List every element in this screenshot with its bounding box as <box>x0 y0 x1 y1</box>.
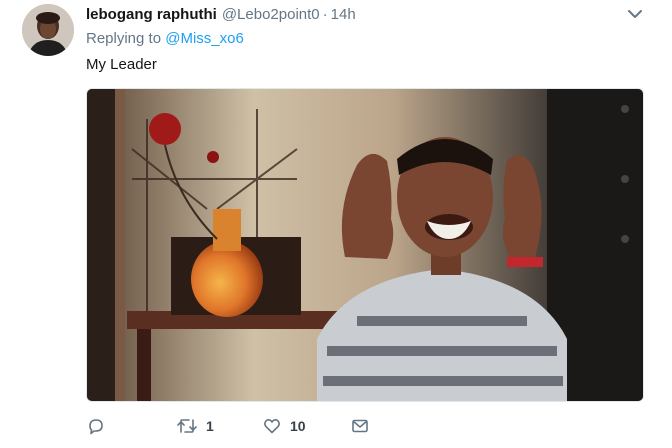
like-count: 10 <box>290 418 306 434</box>
retweet-count: 1 <box>206 418 214 434</box>
tweet-header: lebogang raphuthi @Lebo2point0 · 14h <box>86 4 356 24</box>
tweet-media[interactable] <box>86 88 644 402</box>
retweet-icon <box>177 419 197 433</box>
retweet-button[interactable]: 1 <box>176 414 214 438</box>
tweet: lebogang raphuthi @Lebo2point0 · 14h Rep… <box>0 0 672 448</box>
replying-to: Replying to @Miss_xo6 <box>86 30 244 47</box>
avatar[interactable] <box>22 4 74 56</box>
reply-button[interactable] <box>86 414 106 438</box>
envelope-icon <box>352 419 368 433</box>
replying-to-label: Replying to <box>86 30 162 47</box>
tweet-actions: 1 10 <box>86 414 506 438</box>
tweet-text: My Leader <box>86 56 157 73</box>
heart-icon <box>264 419 280 434</box>
reply-icon <box>89 419 103 435</box>
direct-message-button[interactable] <box>350 414 370 438</box>
like-button[interactable]: 10 <box>262 414 306 438</box>
timestamp[interactable]: 14h <box>331 6 356 23</box>
display-name[interactable]: lebogang raphuthi <box>86 6 217 23</box>
separator-dot: · <box>322 5 328 23</box>
media-image <box>87 89 643 401</box>
user-handle[interactable]: @Lebo2point0 <box>222 6 320 23</box>
chevron-down-icon[interactable] <box>626 6 644 22</box>
reply-target-link[interactable]: @Miss_xo6 <box>165 30 244 47</box>
